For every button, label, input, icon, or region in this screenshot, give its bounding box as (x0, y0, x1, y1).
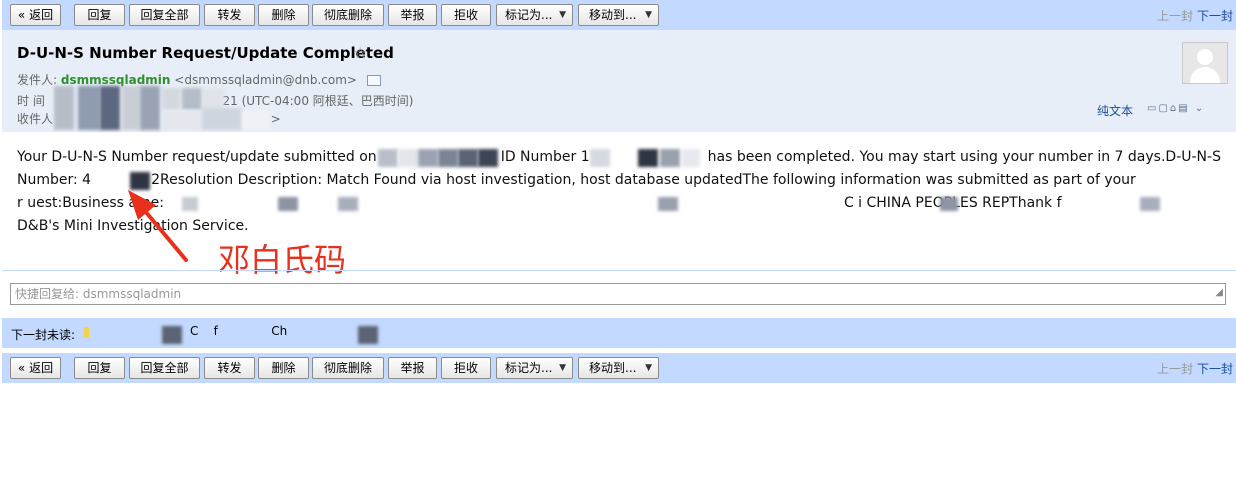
move-to-dropdown[interactable]: 移动到... ▼ (578, 357, 659, 379)
annotation-arrow-icon (128, 190, 188, 262)
bookmark-icon (84, 327, 89, 338)
next-unread-subject[interactable]: C f Ch (190, 324, 337, 338)
prev-message-link[interactable]: 上一封 (1157, 362, 1193, 376)
redaction-block (358, 326, 378, 344)
pager: 上一封 下一封 (1157, 360, 1233, 377)
annotation-label: 邓白氏码 (218, 241, 347, 279)
back-button[interactable]: « 返回 (10, 357, 61, 379)
move-to-label: 移动到... (589, 361, 637, 375)
divider (2, 270, 1236, 271)
delete-button[interactable]: 删除 (258, 357, 309, 379)
delete-permanently-button[interactable]: 彻底删除 (312, 357, 384, 379)
reply-all-button[interactable]: 回复全部 (129, 357, 200, 379)
reply-button[interactable]: 回复 (74, 357, 125, 379)
bottom-toolbar: « 返回 回复 回复全部 转发 删除 彻底删除 举报 拒收 标记为... ▼ 移… (2, 353, 1236, 383)
quick-reply-input[interactable]: 快捷回复给: dsmmssqladmin ◢ (10, 283, 1226, 305)
chevron-down-icon: ▼ (645, 363, 652, 373)
reject-button[interactable]: 拒收 (441, 357, 491, 379)
resize-grip-icon[interactable]: ◢ (1215, 283, 1223, 303)
mark-as-label: 标记为... (505, 361, 553, 375)
next-unread-bar: 下一封未读: C f Ch (2, 318, 1236, 348)
redaction-block (162, 326, 182, 344)
forward-button[interactable]: 转发 (204, 357, 255, 379)
quick-reply-placeholder: 快捷回复给: dsmmssqladmin (15, 287, 182, 301)
next-message-link[interactable]: 下一封 (1197, 362, 1233, 376)
mark-as-dropdown[interactable]: 标记为... ▼ (496, 357, 573, 379)
report-button[interactable]: 举报 (388, 357, 437, 379)
next-unread-label: 下一封未读: (11, 328, 76, 342)
chevron-down-icon: ▼ (559, 363, 566, 373)
